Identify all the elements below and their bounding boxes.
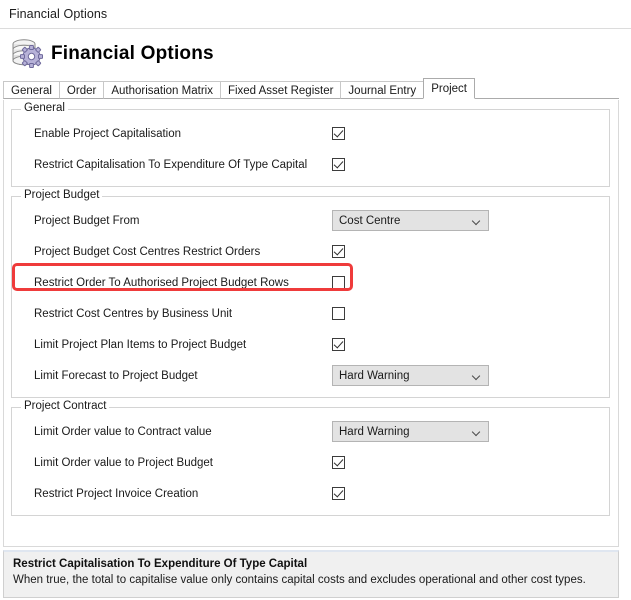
checkbox[interactable] — [332, 338, 345, 351]
tab-project[interactable]: Project — [423, 78, 475, 99]
group-title: Project Contract — [21, 400, 110, 413]
tab-authorisation-matrix[interactable]: Authorisation Matrix — [103, 81, 221, 99]
option-row: Restrict Capitalisation To Expenditure O… — [12, 153, 609, 176]
window-titlebar: Financial Options — [0, 0, 631, 29]
dropdown-value: Cost Centre — [339, 214, 401, 227]
group-title: Project Budget — [21, 189, 103, 202]
option-row: Project Budget From Cost Centre — [12, 209, 609, 232]
option-label: Restrict Project Invoice Creation — [34, 487, 199, 500]
chevron-down-icon — [472, 218, 482, 224]
chevron-down-icon — [472, 429, 482, 435]
option-label: Limit Forecast to Project Budget — [34, 369, 198, 382]
checkbox[interactable] — [332, 127, 345, 140]
help-description: When true, the total to capitalise value… — [13, 574, 586, 586]
option-row: Restrict Cost Centres by Business Unit — [12, 302, 609, 325]
option-row: Limit Forecast to Project Budget Hard War… — [12, 364, 609, 387]
option-row: Enable Project Capitalisation — [12, 122, 609, 145]
tab-label: Authorisation Matrix — [111, 85, 213, 97]
tab-label: Order — [66, 85, 97, 97]
tab-journal-entry[interactable]: Journal Entry — [340, 81, 425, 99]
checkbox[interactable] — [332, 276, 345, 289]
option-label: Project Budget Cost Centres Restrict Ord… — [34, 245, 261, 258]
tab-fixed-asset-register[interactable]: Fixed Asset Register — [219, 81, 342, 99]
page-header: Financial Options — [0, 29, 631, 79]
checkbox[interactable] — [332, 487, 345, 500]
dropdown-value: Hard Warning — [339, 425, 410, 438]
database-gear-icon — [9, 36, 45, 72]
tab-label: Project — [431, 83, 467, 95]
page-title: Financial Options — [51, 43, 214, 64]
option-label: Limit Project Plan Items to Project Budg… — [34, 338, 247, 351]
option-row: Limit Order value to Contract value Hard … — [12, 420, 609, 443]
option-row: Limit Order value to Project Budget — [12, 451, 609, 474]
option-label: Limit Order value to Contract value — [34, 425, 212, 438]
group-title: General — [21, 102, 68, 115]
option-label: Project Budget From — [34, 214, 140, 227]
chevron-down-icon — [472, 373, 482, 379]
option-row: Limit Project Plan Items to Project Budg… — [12, 333, 609, 356]
dropdown[interactable]: Hard Warning — [332, 365, 489, 386]
help-panel: Restrict Capitalisation To Expenditure O… — [3, 550, 619, 598]
dropdown[interactable]: Hard Warning — [332, 421, 489, 442]
dropdown-value: Hard Warning — [339, 369, 410, 382]
option-row: Project Budget Cost Centres Restrict Ord… — [12, 240, 609, 263]
option-label: Restrict Cost Centres by Business Unit — [34, 307, 233, 320]
option-label: Limit Order value to Project Budget — [34, 456, 213, 469]
option-label: Enable Project Capitalisation — [34, 127, 182, 140]
group-project-contract: Project Contract Limit Order value to Con… — [11, 400, 610, 516]
tab-order[interactable]: Order — [58, 81, 105, 99]
window-title: Financial Options — [9, 7, 108, 21]
option-row: Restrict Project Invoice Creation — [12, 482, 609, 505]
group-project-budget: Project Budget Project Budget From Cost Ce… — [11, 189, 610, 398]
tab-bar: General Order Authorisation Matrix Fixed As… — [3, 78, 619, 99]
tab-label: Fixed Asset Register — [227, 85, 334, 97]
settings-panel: General Enable Project Capitalisation Rest… — [3, 100, 619, 547]
checkbox[interactable] — [332, 307, 345, 320]
tab-general[interactable]: General — [3, 81, 60, 99]
option-label: Restrict Order To Authorised Project Bud… — [34, 276, 289, 289]
checkbox[interactable] — [332, 158, 345, 171]
option-row: Restrict Order To Authorised Project Bud… — [12, 271, 609, 294]
tab-label: Journal Entry — [348, 85, 417, 97]
option-label: Restrict Capitalisation To Expenditure O… — [34, 158, 308, 171]
checkbox[interactable] — [332, 245, 345, 258]
checkbox[interactable] — [332, 456, 345, 469]
help-title: Restrict Capitalisation To Expenditure O… — [13, 558, 308, 570]
group-general: General Enable Project Capitalisation Rest… — [11, 102, 610, 187]
dropdown[interactable]: Cost Centre — [332, 210, 489, 231]
tab-label: General — [11, 85, 52, 97]
